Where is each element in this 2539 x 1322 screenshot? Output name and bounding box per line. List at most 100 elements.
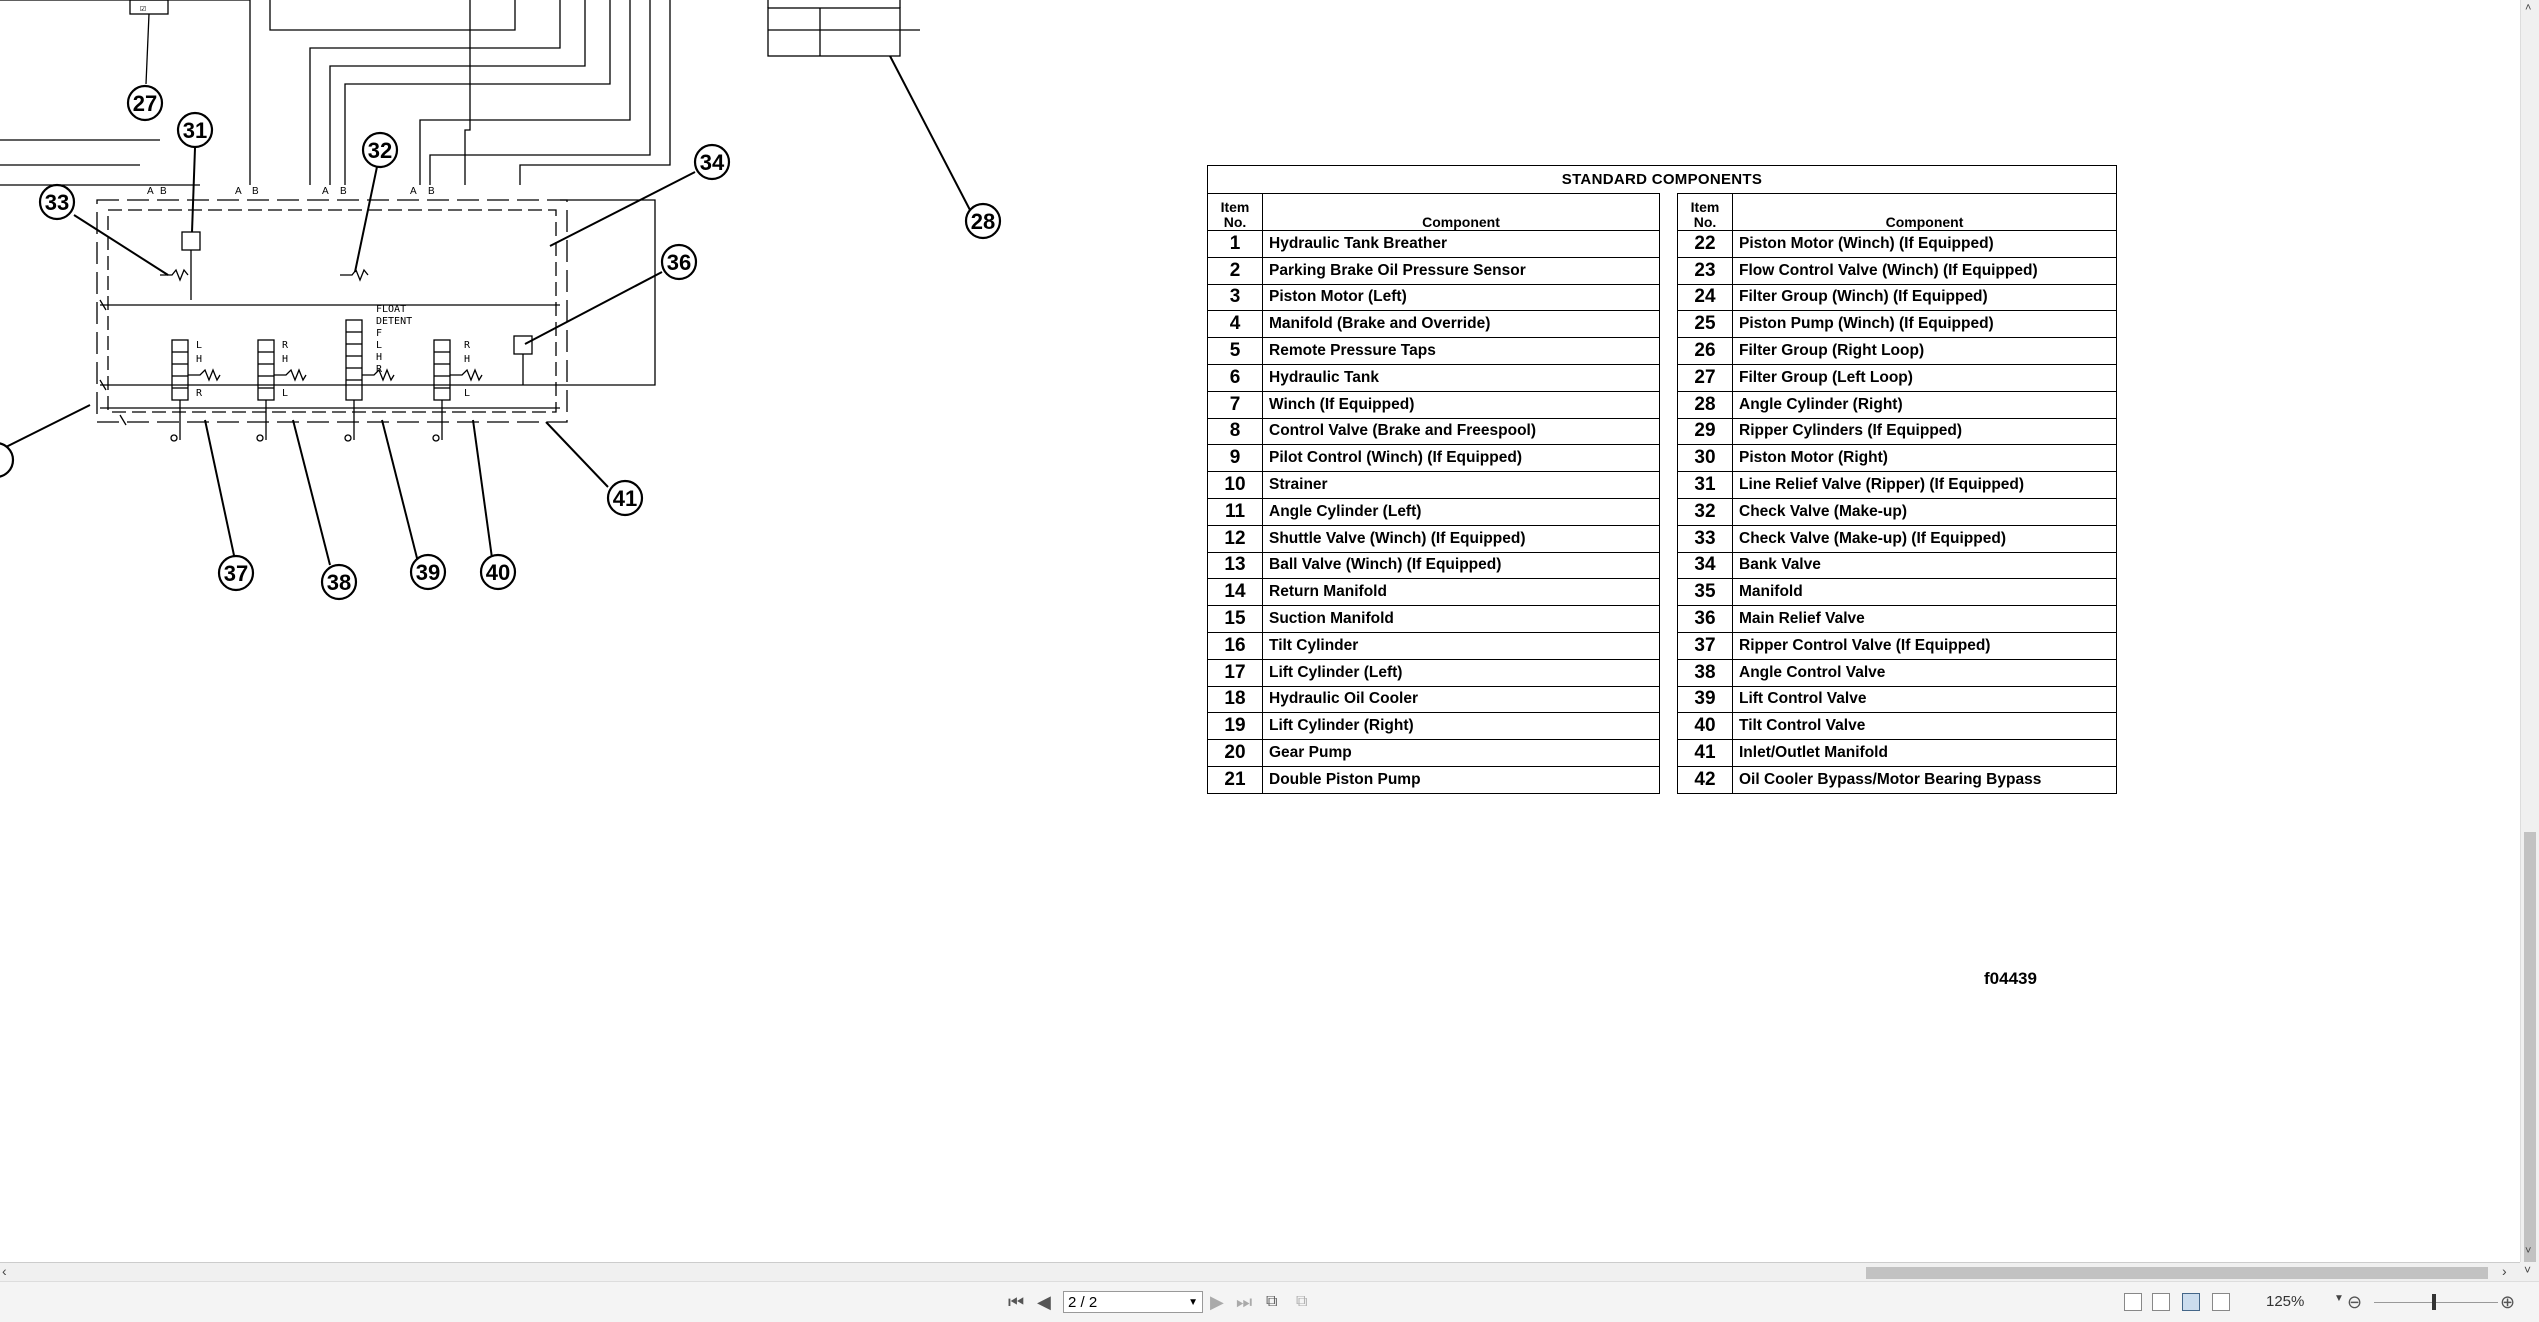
component-name: Filter Group (Right Loop) bbox=[1732, 337, 2117, 365]
svg-text:A: A bbox=[235, 186, 242, 197]
item-number: 37 bbox=[1677, 631, 1733, 660]
item-number: 25 bbox=[1677, 310, 1733, 339]
svg-text:H: H bbox=[196, 354, 202, 365]
zoom-level[interactable]: 125% bbox=[2266, 1291, 2304, 1313]
single-page-view-icon[interactable] bbox=[2124, 1293, 2142, 1311]
table-row: 23 Flow Control Valve (Winch) (If Equippe… bbox=[1677, 256, 2117, 285]
component-name: Strainer bbox=[1262, 471, 1660, 499]
svg-text:H: H bbox=[376, 352, 382, 363]
components-table-right: Item No. Component 22 Piston Motor (Winch)… bbox=[1677, 193, 2117, 794]
book-view-icon[interactable] bbox=[2212, 1293, 2230, 1311]
item-number: 32 bbox=[1677, 497, 1733, 526]
table-row: 38 Angle Control Valve bbox=[1677, 658, 2117, 687]
item-number: 2 bbox=[1207, 256, 1263, 285]
component-name: Double Piston Pump bbox=[1262, 765, 1660, 794]
page-indicator: 2 / 2 bbox=[1068, 1294, 1098, 1311]
component-name: Parking Brake Oil Pressure Sensor bbox=[1262, 256, 1660, 285]
copy-page-icon[interactable]: ⧉ bbox=[1266, 1292, 1277, 1312]
component-name: Angle Cylinder (Right) bbox=[1732, 390, 2117, 419]
horizontal-scrollbar[interactable]: ‹ › bbox=[0, 1262, 2520, 1282]
last-page-icon[interactable]: ⏭ bbox=[1236, 1292, 1252, 1312]
scroll-left-icon[interactable]: ‹ bbox=[2, 1263, 7, 1279]
table-row: 42 Oil Cooler Bypass/Motor Bearing Bypass bbox=[1677, 765, 2117, 794]
zoom-in-icon[interactable]: ⊕ bbox=[2500, 1292, 2515, 1312]
component-name: Tilt Cylinder bbox=[1262, 631, 1660, 660]
table-row: 35 Manifold bbox=[1677, 578, 2117, 607]
component-name: Hydraulic Oil Cooler bbox=[1262, 685, 1660, 714]
component-name: Bank Valve bbox=[1732, 551, 2117, 580]
component-name: Pilot Control (Winch) (If Equipped) bbox=[1262, 444, 1660, 473]
component-name: Ball Valve (Winch) (If Equipped) bbox=[1262, 551, 1660, 580]
table-row: 21 Double Piston Pump bbox=[1207, 765, 1660, 794]
table-row: 9 Pilot Control (Winch) (If Equipped) bbox=[1207, 444, 1660, 473]
component-name: Hydraulic Tank bbox=[1262, 363, 1660, 392]
table-row: 28 Angle Cylinder (Right) bbox=[1677, 390, 2117, 419]
table-row: 17 Lift Cylinder (Left) bbox=[1207, 658, 1660, 687]
vertical-scrollbar[interactable]: ˄ ˅ bbox=[2520, 0, 2539, 1262]
horizontal-scroll-thumb[interactable] bbox=[1866, 1267, 2488, 1279]
component-name: Angle Control Valve bbox=[1732, 658, 2117, 687]
svg-text:L: L bbox=[196, 340, 202, 351]
item-number: 36 bbox=[1677, 605, 1733, 633]
item-number: 18 bbox=[1207, 685, 1263, 714]
zoom-slider-knob[interactable] bbox=[2432, 1294, 2436, 1310]
first-page-icon[interactable]: ⏮ bbox=[1008, 1292, 1024, 1312]
paste-page-icon[interactable]: ⧉ bbox=[1296, 1292, 1307, 1312]
vertical-scroll-thumb[interactable] bbox=[2524, 832, 2536, 1262]
chevron-down-icon[interactable]: ▼ bbox=[2334, 1293, 2344, 1304]
item-number: 20 bbox=[1207, 739, 1263, 767]
table-row: 19 Lift Cylinder (Right) bbox=[1207, 712, 1660, 741]
component-name: Lift Control Valve bbox=[1732, 685, 2117, 714]
component-name: Tilt Control Valve bbox=[1732, 712, 2117, 741]
zoom-slider[interactable] bbox=[2374, 1302, 2498, 1303]
item-number: 24 bbox=[1677, 283, 1733, 312]
table-row: 32 Check Valve (Make-up) bbox=[1677, 497, 2117, 526]
item-number: 1 bbox=[1207, 230, 1263, 258]
scroll-down-icon[interactable]: ˅ bbox=[2524, 1263, 2531, 1277]
scroll-up-icon[interactable]: ˄ bbox=[2525, 2, 2531, 14]
component-name: Shuttle Valve (Winch) (If Equipped) bbox=[1262, 524, 1660, 553]
component-name: Winch (If Equipped) bbox=[1262, 390, 1660, 419]
svg-text:A: A bbox=[322, 186, 329, 197]
two-page-view-icon[interactable] bbox=[2182, 1293, 2200, 1311]
component-name: Manifold bbox=[1732, 578, 2117, 607]
table-row: 14 Return Manifold bbox=[1207, 578, 1660, 607]
item-number: 15 bbox=[1207, 605, 1263, 633]
item-number: 17 bbox=[1207, 658, 1263, 687]
item-number: 34 bbox=[1677, 551, 1733, 580]
table-row: 40 Tilt Control Valve bbox=[1677, 712, 2117, 741]
component-name: Control Valve (Brake and Freespool) bbox=[1262, 417, 1660, 446]
zoom-out-icon[interactable]: ⊖ bbox=[2347, 1292, 2362, 1312]
scroll-down-icon[interactable]: ˅ bbox=[2525, 1245, 2531, 1257]
item-number: 14 bbox=[1207, 578, 1263, 607]
callout-36: 36 bbox=[667, 250, 691, 275]
callout-32: 32 bbox=[368, 138, 392, 163]
component-name: Suction Manifold bbox=[1262, 605, 1660, 633]
svg-text:H: H bbox=[464, 354, 470, 365]
component-name: Lift Cylinder (Right) bbox=[1262, 712, 1660, 741]
table-row: 39 Lift Control Valve bbox=[1677, 685, 2117, 714]
svg-text:A: A bbox=[147, 186, 154, 197]
chevron-down-icon[interactable]: ▼ bbox=[1188, 1292, 1198, 1314]
component-name: Oil Cooler Bypass/Motor Bearing Bypass bbox=[1732, 765, 2117, 794]
table-row: 31 Line Relief Valve (Ripper) (If Equippe… bbox=[1677, 471, 2117, 499]
prev-page-icon[interactable]: ◀ bbox=[1037, 1292, 1051, 1312]
page-number-input[interactable]: 2 / 2 ▼ bbox=[1063, 1291, 1203, 1313]
component-name: Piston Motor (Left) bbox=[1262, 283, 1660, 312]
next-page-icon[interactable]: ▶ bbox=[1210, 1292, 1224, 1312]
component-name: Ripper Control Valve (If Equipped) bbox=[1732, 631, 2117, 660]
svg-text:FLOAT: FLOAT bbox=[376, 304, 406, 315]
table-row: 34 Bank Valve bbox=[1677, 551, 2117, 580]
continuous-view-icon[interactable] bbox=[2152, 1293, 2170, 1311]
component-name: Ripper Cylinders (If Equipped) bbox=[1732, 417, 2117, 446]
component-name: Lift Cylinder (Left) bbox=[1262, 658, 1660, 687]
scroll-corner: ˅ bbox=[2520, 1262, 2539, 1281]
item-number: 40 bbox=[1677, 712, 1733, 741]
table-row: 16 Tilt Cylinder bbox=[1207, 631, 1660, 660]
scroll-right-icon[interactable]: › bbox=[2502, 1263, 2507, 1279]
item-number: 27 bbox=[1677, 363, 1733, 392]
component-name: Manifold (Brake and Override) bbox=[1262, 310, 1660, 339]
component-name: Filter Group (Winch) (If Equipped) bbox=[1732, 283, 2117, 312]
column-header-component: Component bbox=[1262, 193, 1660, 231]
component-name: Line Relief Valve (Ripper) (If Equipped) bbox=[1732, 471, 2117, 499]
